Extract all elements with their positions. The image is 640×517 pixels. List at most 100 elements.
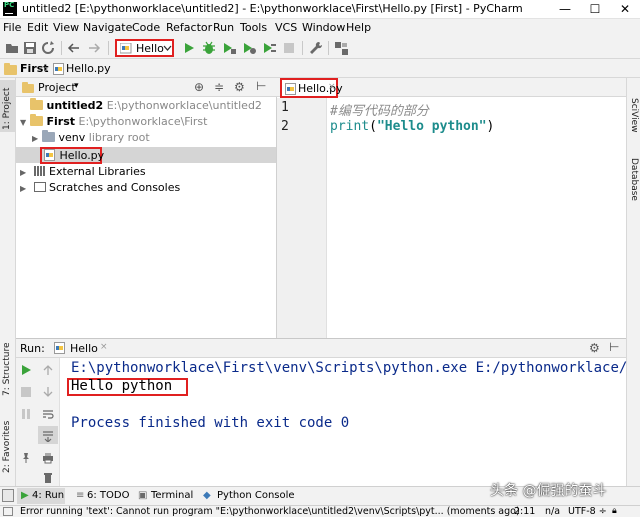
python-file-icon — [53, 63, 64, 75]
project-panel-header: Project ▾ ⊕ ≑ ⚙ ⊢ — [16, 78, 277, 97]
run-concurrency-icon[interactable] — [261, 40, 277, 56]
menu-file[interactable]: File — [3, 21, 21, 34]
lock-icon[interactable]: 🔒︎ — [612, 506, 617, 517]
chevron-right-icon[interactable]: ▶ — [20, 168, 30, 177]
tree-item-hello-py[interactable]: Hello.py — [40, 147, 105, 164]
rerun-icon[interactable] — [20, 364, 32, 376]
chevron-down-icon[interactable]: ▼ — [20, 118, 30, 127]
pin-icon[interactable] — [20, 452, 32, 464]
sciview-tool-tab[interactable]: SciView — [629, 98, 639, 133]
tree-item-first[interactable]: ▼ First E:\pythonworklace\First — [20, 114, 207, 131]
tree-item-scratches[interactable]: ▶ Scratches and Consoles — [20, 181, 180, 197]
toggle-tool-windows-icon[interactable] — [2, 489, 14, 502]
tree-item-label: Hello.py — [59, 149, 105, 162]
bottom-tab-run[interactable]: 4: Run — [32, 490, 64, 501]
status-message[interactable]: Error running 'text': Cannot run program… — [20, 506, 520, 517]
main-toolbar: Hello — [0, 37, 640, 59]
open-folder-icon[interactable] — [4, 40, 20, 56]
bottom-tab-todo[interactable]: 6: TODO — [87, 490, 129, 501]
favorites-tool-tab[interactable]: 2: Favorites — [2, 421, 12, 473]
console-output-line: Hello python — [71, 378, 173, 394]
menu-tools[interactable]: Tools — [240, 21, 267, 34]
bottom-tab-terminal[interactable]: Terminal — [151, 490, 193, 501]
pause-icon[interactable] — [20, 408, 32, 420]
tree-item-venv[interactable]: ▶ venv library root — [32, 130, 150, 147]
coverage-icon[interactable] — [221, 40, 237, 56]
close-tab-icon[interactable]: × — [100, 342, 108, 352]
menu-help[interactable]: Help — [346, 21, 371, 34]
code-function-name: print — [330, 119, 370, 134]
chevron-right-icon[interactable]: ▶ — [20, 184, 30, 193]
tree-item-external-libraries[interactable]: ▶ External Libraries — [20, 165, 146, 181]
tree-item-label: First — [46, 115, 76, 128]
forward-arrow-icon[interactable] — [86, 40, 102, 56]
run-config-tab[interactable]: Hello — [70, 342, 98, 355]
hide-panel-icon[interactable]: ⊢ — [609, 340, 619, 354]
code-line-print[interactable]: print("Hello python") — [330, 119, 494, 134]
menu-vcs[interactable]: VCS — [275, 21, 297, 34]
sync-icon[interactable] — [40, 40, 56, 56]
tree-item-untitled2[interactable]: untitled2 E:\pythonworklace\untitled2 — [20, 98, 262, 115]
tree-item-label: External Libraries — [49, 165, 146, 178]
scroll-to-end-icon[interactable] — [42, 430, 54, 442]
chevron-down-icon[interactable]: ▾ — [74, 81, 79, 91]
stop-icon[interactable] — [20, 386, 32, 398]
chevron-right-icon[interactable]: ▶ — [32, 134, 42, 143]
tree-item-path: library root — [88, 131, 150, 144]
gear-icon[interactable]: ⚙ — [589, 341, 600, 355]
scratches-icon — [33, 182, 46, 192]
watermark-text: 头条 @倔强的蚕斗 — [490, 483, 607, 499]
debug-bug-icon[interactable] — [201, 40, 217, 56]
down-arrow-icon[interactable] — [42, 386, 54, 398]
breadcrumb-file[interactable]: Hello.py — [66, 62, 111, 75]
run-panel: Run: Hello × ⚙ ⊢ E:\pythonworklace\First… — [16, 338, 627, 487]
gear-icon[interactable]: ⚙ — [234, 80, 245, 94]
status-encoding[interactable]: UTF-8 ÷ — [568, 506, 607, 517]
stop-icon[interactable] — [281, 40, 297, 56]
folder-icon — [30, 98, 43, 110]
right-tool-strip: SciView Database — [626, 78, 640, 486]
run-icon[interactable] — [181, 40, 197, 56]
menu-edit[interactable]: Edit — [27, 21, 48, 34]
navigation-bar: First › Hello.py — [0, 59, 640, 78]
run-configuration-dropdown[interactable]: Hello — [115, 39, 174, 57]
close-window-button[interactable]: ✕ — [610, 0, 640, 19]
project-structure-icon[interactable] — [333, 40, 349, 56]
project-tool-tab[interactable]: 1: Project — [2, 88, 12, 130]
minimize-button[interactable]: — — [550, 0, 580, 19]
profile-icon[interactable] — [241, 40, 257, 56]
collapse-all-icon[interactable]: ≑ — [214, 80, 224, 94]
code-string: "Hello python" — [376, 119, 487, 134]
database-tool-tab[interactable]: Database — [629, 158, 639, 201]
close-tab-icon[interactable]: × — [328, 82, 336, 92]
delete-icon[interactable] — [42, 472, 54, 484]
menu-view[interactable]: View — [53, 21, 79, 34]
python-console-icon: ◆ — [203, 490, 211, 501]
wrench-settings-icon[interactable] — [308, 40, 324, 56]
menu-code[interactable]: Code — [132, 21, 160, 34]
menu-window[interactable]: Window — [302, 21, 345, 34]
run-panel-header: Run: Hello × ⚙ ⊢ — [16, 339, 626, 358]
locate-file-icon[interactable]: ⊕ — [194, 80, 204, 94]
status-event-icon[interactable] — [3, 507, 13, 516]
code-line-comment[interactable]: #编写代码的部分 — [330, 100, 429, 119]
folder-icon — [22, 82, 34, 95]
project-panel-title[interactable]: Project — [38, 81, 76, 94]
soft-wrap-icon[interactable] — [42, 408, 54, 420]
title-bar: PC untitled2 [E:\pythonworklace\untitled… — [0, 0, 640, 19]
status-line-separator[interactable]: n/a — [545, 506, 560, 517]
maximize-button[interactable]: ☐ — [580, 0, 610, 19]
print-icon[interactable] — [42, 452, 54, 464]
bottom-tab-python-console[interactable]: Python Console — [217, 490, 295, 501]
structure-tool-tab[interactable]: 7: Structure — [2, 343, 12, 397]
menu-refactor[interactable]: Refactor — [166, 21, 212, 34]
menu-navigate[interactable]: Navigate — [83, 21, 132, 34]
editor-tab-hello-py[interactable]: Hello.py × — [280, 78, 343, 98]
status-caret-position[interactable]: 2:11 — [514, 506, 535, 517]
save-icon[interactable] — [22, 40, 38, 56]
up-arrow-icon[interactable] — [42, 364, 54, 376]
back-arrow-icon[interactable] — [66, 40, 82, 56]
menu-run[interactable]: Run — [213, 21, 234, 34]
tree-item-path: E:\pythonworklace\untitled2 — [106, 99, 262, 112]
hide-panel-icon[interactable]: ⊢ — [256, 79, 266, 93]
